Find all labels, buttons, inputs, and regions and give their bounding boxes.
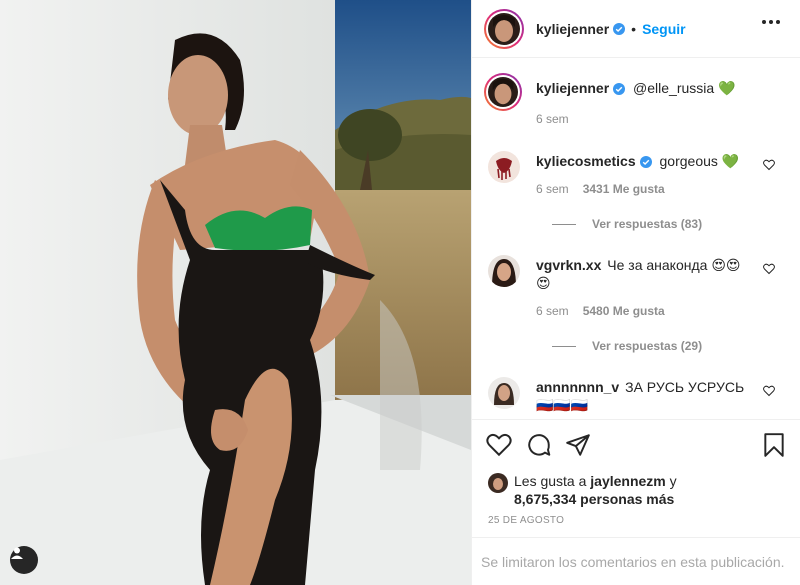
post-image [0,0,471,585]
comment-text: kyliecosmetics gorgeous 💚 [536,152,753,170]
comment-username[interactable]: vgvrkn.xx [536,257,601,273]
share-icon[interactable] [565,432,591,458]
caption-avatar[interactable] [484,73,522,111]
comment-body: gorgeous 💚 [659,153,740,169]
user-tag-button[interactable] [10,546,38,574]
comment-likes[interactable]: 3431 Me gusta [583,182,665,196]
likes-count[interactable]: 8,675,334 personas más [514,491,674,507]
avatar-image [493,14,515,42]
comment-icon[interactable] [526,432,552,458]
liker-username[interactable]: jaylennezm [590,473,665,489]
comment-item: annnnnnn_v ЗА РУСЬ УСРУСЬ🇷🇺🇷🇺🇷🇺 [484,373,789,419]
comment-text: vgvrkn.xx Че за анаконда 😍😍😍 [536,256,753,292]
likes-text: Les gusta a jaylennezm y 8,675,334 perso… [514,472,794,508]
likes-middle: y [665,473,677,489]
caption-text: kyliejenner @elle_russia 💚 [536,79,753,97]
liker-avatar[interactable] [488,473,508,493]
caption-username[interactable]: kyliejenner [536,80,609,96]
user-tag-icon [11,547,23,559]
comments-list: kyliejenner @elle_russia 💚 6 sem kylieco… [472,59,800,419]
comments-limited-notice: Se limitaron los comentarios en esta pub… [472,537,800,585]
likes-prefix: Les gusta a [514,473,591,489]
comment-item: kyliecosmetics gorgeous 💚 6 sem 3431 Me … [484,147,789,247]
post-photo[interactable] [0,0,471,585]
avatar-image [492,78,514,105]
caption-meta: 6 sem [536,112,569,126]
post-side-panel: kyliejenner • Seguir kyliejenner @elle_r… [471,0,800,585]
verified-icon [639,156,652,168]
post-header: kyliejenner • Seguir [472,0,800,58]
caption: kyliejenner @elle_russia 💚 6 sem [484,73,789,133]
comment-time[interactable]: 6 sem [536,182,569,196]
verified-icon [613,83,626,95]
replies-line [552,345,576,347]
replies-line [552,223,576,225]
view-replies-label: Ver respuestas (29) [592,339,703,353]
avatar-image [496,158,512,180]
comment-item: vgvrkn.xx Че за анаконда 😍😍😍 6 sem 5480 … [484,251,789,361]
comment-avatar[interactable] [488,255,520,287]
heart-icon[interactable] [486,432,512,458]
caption-body: @elle_russia 💚 [633,80,736,96]
comment-meta: 6 sem 3431 Me gusta [536,182,665,196]
author-avatar[interactable] [484,8,524,49]
verified-icon [613,22,626,35]
view-replies-label: Ver respuestas (83) [592,217,703,231]
save-icon[interactable] [761,432,787,458]
view-replies-button[interactable]: Ver respuestas (29) [552,339,702,353]
avatar-image [493,478,503,490]
comment-avatar[interactable] [488,151,520,183]
header-separator: • [631,20,637,37]
heart-icon[interactable] [763,263,775,275]
heart-icon[interactable] [763,159,775,171]
more-icon[interactable] [762,20,780,24]
comment-username[interactable]: annnnnnn_v [536,379,619,395]
comment-likes[interactable]: 5480 Me gusta [583,304,665,318]
heart-icon[interactable] [763,385,775,397]
comment-avatar[interactable] [488,377,520,409]
avatar-image [492,259,516,287]
comment-text: annnnnnn_v ЗА РУСЬ УСРУСЬ🇷🇺🇷🇺🇷🇺 [536,378,753,414]
comment-username[interactable]: kyliecosmetics [536,153,636,169]
comment-meta: 6 sem 5480 Me gusta [536,304,665,318]
follow-button[interactable]: Seguir [642,21,686,37]
view-replies-button[interactable]: Ver respuestas (83) [552,217,702,231]
action-bar [472,419,800,467]
comment-time[interactable]: 6 sem [536,304,569,318]
avatar-image [494,383,514,405]
post-date[interactable]: 25 DE AGOSTO [488,515,564,526]
author-username[interactable]: kyliejenner [536,21,609,37]
caption-time[interactable]: 6 sem [536,112,569,126]
